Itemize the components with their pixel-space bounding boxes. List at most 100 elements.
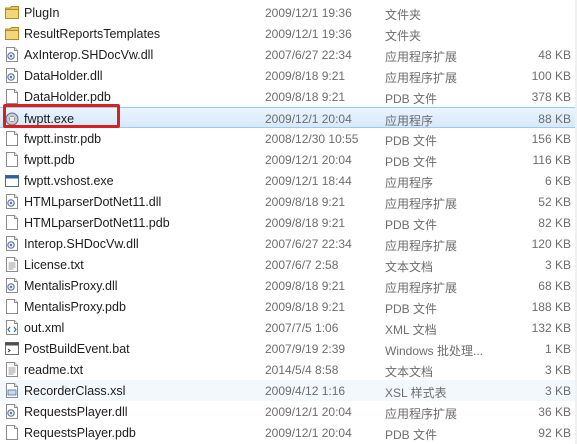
- file-size: 48 KB: [538, 48, 571, 62]
- file-type: 应用程序扩展: [385, 50, 458, 64]
- file-row[interactable]: Interop.SHDocVw.dll 2007/6/27 22:34 应用程序扩展…: [0, 233, 577, 254]
- file-type: 文本文档: [385, 260, 434, 274]
- file-name: RequestsPlayer.pdb: [24, 426, 136, 440]
- file-date-modified: 2009/8/18 9:21: [265, 216, 346, 230]
- file-row[interactable]: fwptt.vshost.exe 2009/12/1 18:44 应用程序 6 KB: [0, 170, 577, 191]
- file-type: 应用程序: [385, 176, 434, 190]
- file-type: 文本文档: [385, 365, 434, 379]
- file-date-modified: 2009/8/18 9:21: [265, 279, 346, 293]
- file-type: PDB 文件: [385, 302, 438, 316]
- file-name: AxInterop.SHDocVw.dll: [24, 48, 154, 62]
- batch-file-icon: [5, 341, 19, 356]
- file-date-modified: 2009/8/18 9:21: [265, 195, 346, 209]
- file-size: 378 KB: [531, 90, 571, 104]
- text-file-icon: [5, 362, 19, 377]
- file-icon: [5, 131, 19, 146]
- file-name: fwptt.pdb: [24, 153, 75, 167]
- file-date-modified: 2008/12/30 10:55: [265, 132, 359, 146]
- file-row[interactable]: HTMLparserDotNet11.dll 2009/8/18 9:21 应用程序…: [0, 191, 577, 212]
- file-date-modified: 2009/12/1 19:36: [265, 27, 352, 41]
- file-date-modified: 2007/6/7 2:58: [265, 258, 339, 272]
- file-row[interactable]: fwptt.instr.pdb 2008/12/30 10:55 PDB 文件 156…: [0, 128, 577, 149]
- file-name: readme.txt: [24, 363, 84, 377]
- annotation-highlight-box: [3, 104, 120, 128]
- file-row[interactable]: out.xml 2007/7/5 1:06 XML 文档 132 KB: [0, 317, 577, 338]
- file-date-modified: 2007/9/19 2:39: [265, 342, 346, 356]
- dll-icon: [5, 47, 19, 62]
- file-type: XSL 样式表: [385, 386, 447, 400]
- file-size: 120 KB: [531, 237, 571, 251]
- file-size: 88 KB: [538, 112, 571, 126]
- file-type: 应用程序扩展: [385, 281, 458, 295]
- file-row[interactable]: ResultReportsTemplates 2009/12/1 19:36 文件夹: [0, 23, 577, 44]
- file-date-modified: 2007/7/5 1:06: [265, 321, 339, 335]
- file-size: 36 KB: [538, 405, 571, 419]
- file-size: 1 KB: [544, 342, 571, 356]
- file-date-modified: 2009/12/1 18:44: [265, 174, 352, 188]
- file-row[interactable]: MentalisProxy.pdb 2009/8/18 9:21 PDB 文件 188…: [0, 296, 577, 317]
- file-type: Windows 批处理...: [385, 344, 484, 358]
- file-size: 156 KB: [531, 132, 571, 146]
- file-icon: [5, 299, 19, 314]
- text-file-icon: [5, 257, 19, 272]
- file-name: out.xml: [24, 321, 65, 335]
- file-row[interactable]: RequestsPlayer.pdb 2009/12/1 20:04 PDB 文件 9…: [0, 422, 577, 443]
- file-type: 文件夹: [385, 8, 422, 22]
- file-row[interactable]: readme.txt 2014/5/4 8:58 文本文档 3 KB: [0, 359, 577, 380]
- file-date-modified: 2009/8/18 9:21: [265, 90, 346, 104]
- file-type: PDB 文件: [385, 92, 438, 106]
- file-size: 3 KB: [544, 363, 571, 377]
- file-size: 68 KB: [538, 279, 571, 293]
- file-size: 52 KB: [538, 195, 571, 209]
- folder-icon: [5, 26, 19, 41]
- file-name: ResultReportsTemplates: [24, 27, 161, 41]
- file-row[interactable]: DataHolder.dll 2009/8/18 9:21 应用程序扩展 100 KB: [0, 65, 577, 86]
- file-name: RequestsPlayer.dll: [24, 405, 128, 419]
- file-size: 92 KB: [538, 426, 571, 440]
- file-size: 3 KB: [544, 258, 571, 272]
- file-size: 6 KB: [544, 174, 571, 188]
- file-row[interactable]: RequestsPlayer.dll 2009/12/1 20:04 应用程序扩展 3…: [0, 401, 577, 422]
- file-row[interactable]: fwptt.pdb 2009/12/1 20:04 PDB 文件 116 KB: [0, 149, 577, 170]
- file-type: PDB 文件: [385, 134, 438, 148]
- file-list: PlugIn 2009/12/1 19:36 文件夹 ResultReportsTem…: [0, 0, 577, 444]
- file-row[interactable]: PostBuildEvent.bat 2007/9/19 2:39 Windows …: [0, 338, 577, 359]
- file-date-modified: 2009/4/12 1:16: [265, 384, 346, 398]
- file-name: HTMLparserDotNet11.dll: [24, 195, 162, 209]
- dll-icon: [5, 278, 19, 293]
- file-size: 188 KB: [531, 300, 571, 314]
- file-type: XML 文档: [385, 323, 437, 337]
- file-name: fwptt.vshost.exe: [24, 174, 114, 188]
- file-date-modified: 2009/12/1 20:04: [265, 405, 352, 419]
- file-name: License.txt: [24, 258, 84, 272]
- file-date-modified: 2007/6/27 22:34: [265, 48, 352, 62]
- file-row[interactable]: AxInterop.SHDocVw.dll 2007/6/27 22:34 应用程序…: [0, 44, 577, 65]
- file-date-modified: 2009/12/1 19:36: [265, 6, 352, 20]
- dll-icon: [5, 194, 19, 209]
- file-name: PlugIn: [24, 6, 60, 20]
- dll-icon: [5, 404, 19, 419]
- file-date-modified: 2014/5/4 8:58: [265, 363, 339, 377]
- file-date-modified: 2009/12/1 20:04: [265, 112, 352, 126]
- file-date-modified: 2009/12/1 20:04: [265, 426, 352, 440]
- file-row[interactable]: MentalisProxy.dll 2009/8/18 9:21 应用程序扩展 68 …: [0, 275, 577, 296]
- folder-icon: [5, 5, 19, 20]
- file-type: 应用程序扩展: [385, 239, 458, 253]
- file-type: PDB 文件: [385, 428, 438, 442]
- file-name: DataHolder.pdb: [24, 90, 111, 104]
- file-size: 116 KB: [532, 153, 571, 167]
- file-name: HTMLparserDotNet11.pdb: [24, 216, 170, 230]
- file-size: 132 KB: [531, 321, 571, 335]
- file-row[interactable]: License.txt 2007/6/7 2:58 文本文档 3 KB: [0, 254, 577, 275]
- file-name: RecorderClass.xsl: [24, 384, 126, 398]
- file-name: MentalisProxy.dll: [24, 279, 118, 293]
- file-row[interactable]: RecorderClass.xsl 2009/4/12 1:16 XSL 样式表 3 …: [0, 380, 577, 401]
- file-icon: [5, 215, 19, 230]
- file-name: fwptt.instr.pdb: [24, 132, 102, 146]
- file-type: 应用程序: [385, 114, 434, 128]
- file-date-modified: 2009/8/18 9:21: [265, 300, 346, 314]
- file-row[interactable]: PlugIn 2009/12/1 19:36 文件夹: [0, 2, 577, 23]
- file-size: 82 KB: [538, 216, 571, 230]
- file-name: PostBuildEvent.bat: [24, 342, 130, 356]
- file-row[interactable]: HTMLparserDotNet11.pdb 2009/8/18 9:21 PDB …: [0, 212, 577, 233]
